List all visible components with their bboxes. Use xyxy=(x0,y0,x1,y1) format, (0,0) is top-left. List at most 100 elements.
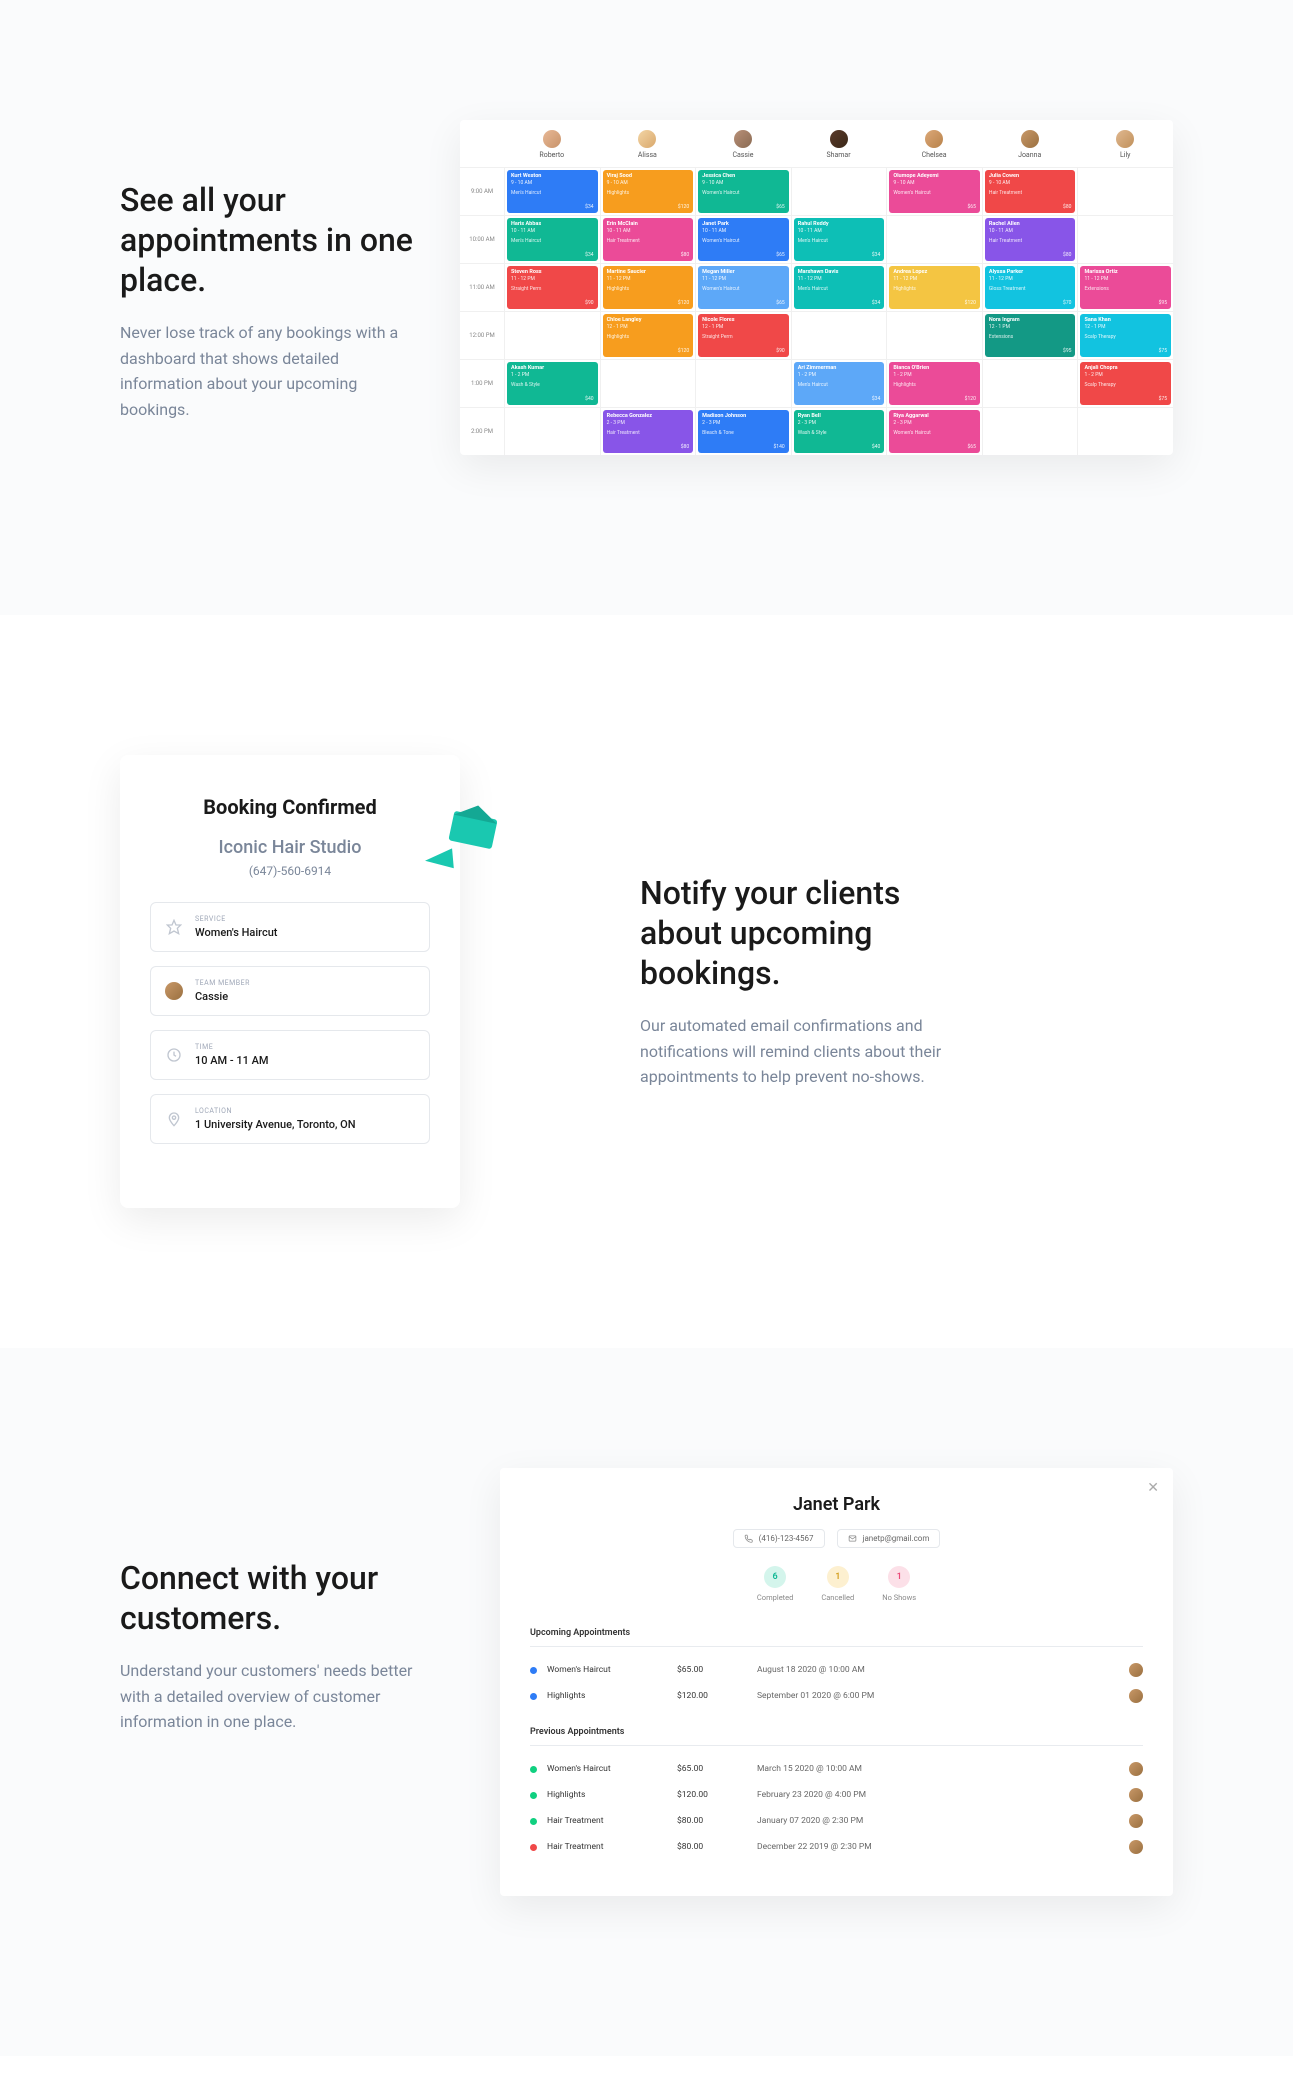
appointment-time: 10 - 11 AM xyxy=(607,228,690,234)
appointment-card[interactable]: Nicole Flores 12 - 1 PM Straight Perm $9… xyxy=(698,314,789,357)
appointment-price: $95 xyxy=(1159,300,1167,306)
grid-cell: Martine Saucier 11 - 12 PM Highlights $1… xyxy=(601,263,696,311)
staff-name: Chelsea xyxy=(922,151,947,159)
appointment-card[interactable]: Julia Cowen 9 - 10 AM Hair Treatment $80 xyxy=(985,170,1076,213)
appointment-card[interactable]: Madison Johnson 2 - 3 PM Bleach & Tone $… xyxy=(698,410,789,453)
grid-cell: Olumope Adeyemi 9 - 10 AM Women's Haircu… xyxy=(887,167,982,215)
field-service: SERVICE Women's Haircut xyxy=(150,902,430,952)
field-team-member: TEAM MEMBER Cassie xyxy=(150,966,430,1016)
appointment-client: Rahul Reddy xyxy=(798,221,881,227)
grid-cell: Sana Khan 12 - 1 PM Scalp Therapy $75 xyxy=(1078,311,1173,359)
appointment-time: 11 - 12 PM xyxy=(511,276,594,282)
row-service: Hair Treatment xyxy=(547,1816,677,1826)
appointment-price: $80 xyxy=(681,444,689,450)
appointment-time: 11 - 12 PM xyxy=(989,276,1072,282)
upcoming-list: Women's Haircut $65.00 August 18 2020 @ … xyxy=(530,1657,1143,1709)
appointment-row: Women's Haircut $65.00 March 15 2020 @ 1… xyxy=(530,1756,1143,1782)
appointment-time: 11 - 12 PM xyxy=(607,276,690,282)
appointment-price: $65 xyxy=(776,204,784,210)
appointment-card[interactable]: Rebecca Gonzalez 2 - 3 PM Hair Treatment… xyxy=(603,410,694,453)
mail-icon xyxy=(848,1534,857,1543)
appointment-time: 12 - 1 PM xyxy=(1084,324,1167,330)
appointment-card[interactable]: Anjali Chopra 1 - 2 PM Scalp Therapy $75 xyxy=(1080,362,1171,405)
appointment-card[interactable]: Bianca O'Brien 1 - 2 PM Highlights $120 xyxy=(889,362,980,405)
grid-cell: Julia Cowen 9 - 10 AM Hair Treatment $80 xyxy=(983,167,1078,215)
appointment-card[interactable]: Chloe Langley 12 - 1 PM Highlights $120 xyxy=(603,314,694,357)
grid-cell: Andrea Lopez 11 - 12 PM Highlights $120 xyxy=(887,263,982,311)
appointment-price: $80 xyxy=(1063,204,1071,210)
close-icon[interactable]: ✕ xyxy=(1147,1480,1159,1496)
grid-column: Marissa Ortiz 11 - 12 PM Extensions $95 … xyxy=(1077,167,1173,455)
field-value: Women's Haircut xyxy=(195,926,277,939)
field-label: TIME xyxy=(195,1043,269,1051)
appointment-price: $34 xyxy=(872,252,880,258)
appointment-price: $120 xyxy=(678,204,689,210)
row-price: $80.00 xyxy=(677,1816,757,1826)
heading: Notify your clients about upcoming booki… xyxy=(640,873,990,993)
grid-cell: Jessica Chen 9 - 10 AM Women's Haircut $… xyxy=(696,167,791,215)
appointment-price: $34 xyxy=(872,300,880,306)
staff-column: Alissa xyxy=(600,120,696,167)
appointment-card[interactable]: Viraj Sood 9 - 10 AM Highlights $120 xyxy=(603,170,694,213)
status-dot xyxy=(530,1766,537,1773)
row-date: August 18 2020 @ 10:00 AM xyxy=(757,1665,1129,1675)
appointment-card[interactable]: Marshawn Davis 11 - 12 PM Men's Haircut … xyxy=(794,266,885,309)
appointment-card[interactable]: Haris Abbas 10 - 11 AM Men's Haircut $34 xyxy=(507,218,598,261)
appointment-service: Scalp Therapy xyxy=(1084,334,1167,340)
appointment-row: Hair Treatment $80.00 December 22 2019 @… xyxy=(530,1834,1143,1860)
appointment-price: $120 xyxy=(678,300,689,306)
grid-cell: Erin McClain 10 - 11 AM Hair Treatment $… xyxy=(601,215,696,263)
appointment-card[interactable]: Megan Miller 11 - 12 PM Women's Haircut … xyxy=(698,266,789,309)
appointment-card[interactable]: Nora Ingram 12 - 1 PM Extensions $95 xyxy=(985,314,1076,357)
appointment-price: $70 xyxy=(1063,300,1071,306)
booking-title: Booking Confirmed xyxy=(150,795,430,819)
appointment-card[interactable]: Akash Kumar 1 - 2 PM Wash & Style $40 xyxy=(507,362,598,405)
appointment-card[interactable]: Rachel Allen 10 - 11 AM Hair Treatment $… xyxy=(985,218,1076,261)
appointment-card[interactable]: Steven Ross 11 - 12 PM Straight Perm $90 xyxy=(507,266,598,309)
grid-cell xyxy=(983,359,1078,407)
row-price: $65.00 xyxy=(677,1665,757,1675)
appointment-card[interactable]: Sana Khan 12 - 1 PM Scalp Therapy $75 xyxy=(1080,314,1171,357)
appointment-card[interactable]: Ryan Bell 2 - 3 PM Wash & Style $40 xyxy=(794,410,885,453)
appointment-card[interactable]: Olumope Adeyemi 9 - 10 AM Women's Haircu… xyxy=(889,170,980,213)
grid-column: Viraj Sood 9 - 10 AM Highlights $120 Eri… xyxy=(600,167,696,455)
grid-cell: Megan Miller 11 - 12 PM Women's Haircut … xyxy=(696,263,791,311)
field-label: TEAM MEMBER xyxy=(195,979,250,987)
appointment-service: Scalp Therapy xyxy=(1084,382,1167,388)
description: Our automated email confirmations and no… xyxy=(640,1013,990,1090)
row-date: September 01 2020 @ 6:00 PM xyxy=(757,1691,1129,1701)
appointment-time: 12 - 1 PM xyxy=(607,324,690,330)
previous-title: Previous Appointments xyxy=(530,1727,1143,1737)
appointment-card[interactable]: Marissa Ortiz 11 - 12 PM Extensions $95 xyxy=(1080,266,1171,309)
appointment-client: Marshawn Davis xyxy=(798,269,881,275)
appointment-card[interactable]: Kurt Weston 9 - 10 AM Men's Haircut $34 xyxy=(507,170,598,213)
phone-icon xyxy=(744,1534,753,1543)
row-service: Women's Haircut xyxy=(547,1764,677,1774)
calendar-body: 9:00 AM10:00 AM11:00 AM12:00 PM1:00 PM2:… xyxy=(460,167,1173,455)
appointment-card[interactable]: Rahul Reddy 10 - 11 AM Men's Haircut $34 xyxy=(794,218,885,261)
appointment-card[interactable]: Erin McClain 10 - 11 AM Hair Treatment $… xyxy=(603,218,694,261)
appointment-client: Jessica Chen xyxy=(702,173,785,179)
staff-column: Lily xyxy=(1077,120,1173,167)
appointment-service: Highlights xyxy=(893,286,976,292)
appointment-card[interactable]: Andrea Lopez 11 - 12 PM Highlights $120 xyxy=(889,266,980,309)
appointment-card[interactable]: Ari Zimmerman 1 - 2 PM Men's Haircut $34 xyxy=(794,362,885,405)
staff-name: Cassie xyxy=(732,151,753,159)
grid-cell: Ari Zimmerman 1 - 2 PM Men's Haircut $34 xyxy=(792,359,887,407)
stat-completed: 6 Completed xyxy=(757,1566,793,1602)
row-date: February 23 2020 @ 4:00 PM xyxy=(757,1790,1129,1800)
grid-cell: Anjali Chopra 1 - 2 PM Scalp Therapy $75 xyxy=(1078,359,1173,407)
booking-confirmed-card: Booking Confirmed Iconic Hair Studio (64… xyxy=(120,755,460,1208)
appointment-card[interactable]: Alyssa Parker 11 - 12 PM Gloss Treatment… xyxy=(985,266,1076,309)
appointment-time: 11 - 12 PM xyxy=(1084,276,1167,282)
appointment-card[interactable]: Jessica Chen 9 - 10 AM Women's Haircut $… xyxy=(698,170,789,213)
field-value: Cassie xyxy=(195,990,250,1003)
avatar xyxy=(1129,1814,1143,1828)
appointment-card[interactable]: Martine Saucier 11 - 12 PM Highlights $1… xyxy=(603,266,694,309)
avatar xyxy=(1129,1689,1143,1703)
appointment-card[interactable]: Riya Aggarwal 2 - 3 PM Women's Haircut $… xyxy=(889,410,980,453)
appointment-card[interactable]: Janet Park 10 - 11 AM Women's Haircut $6… xyxy=(698,218,789,261)
calendar-grid: Kurt Weston 9 - 10 AM Men's Haircut $34 … xyxy=(504,167,1173,455)
appointment-service: Highlights xyxy=(893,382,976,388)
appointment-price: $140 xyxy=(773,444,784,450)
